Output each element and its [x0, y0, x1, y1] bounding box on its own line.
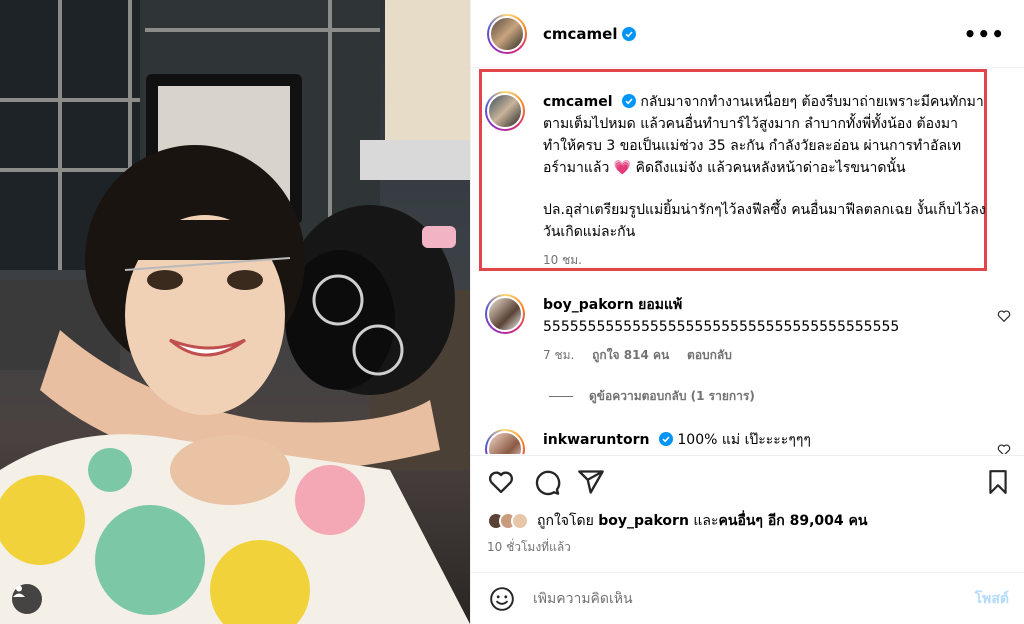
- replies-divider-line: [549, 396, 573, 397]
- liker-username[interactable]: boy_pakorn: [598, 513, 689, 529]
- comment-meta: 7 ชม. ถูกใจ 814 คน ตอบกลับ: [543, 344, 899, 366]
- author-username[interactable]: cmcamel: [543, 25, 617, 43]
- emoji-icon[interactable]: [489, 586, 515, 612]
- comment-body: boy_pakorn ยอมแพ้ 5555555555555555555555…: [543, 294, 899, 366]
- comment-item: boy_pakorn ยอมแพ้ 5555555555555555555555…: [485, 294, 899, 366]
- post-photo[interactable]: [0, 0, 470, 624]
- tagged-user-button[interactable]: [12, 584, 42, 614]
- post-actions-bar: [471, 455, 1024, 507]
- comment-bubble-icon[interactable]: [533, 468, 561, 496]
- verified-badge-icon: [621, 94, 636, 108]
- liker-avatar[interactable]: [511, 512, 529, 530]
- share-send-icon[interactable]: [577, 468, 605, 496]
- verified-badge-icon: [622, 26, 637, 41]
- comment-time[interactable]: 7 ชม.: [543, 348, 574, 362]
- comment-lead-text: ยอมแพ้: [638, 297, 683, 313]
- comments-list: cmcamel กลับมาจากทำงานเหนื่อยๆ ต้องรีบมา…: [471, 69, 1024, 454]
- save-bookmark-icon[interactable]: [985, 468, 1011, 496]
- more-options-icon[interactable]: •••: [964, 22, 1005, 46]
- caption-meta: 10 ชม.: [543, 249, 986, 271]
- photo-illustration: [0, 0, 470, 624]
- comment-username[interactable]: inkwaruntorn: [543, 432, 649, 448]
- view-replies-label: ดูข้อความตอบกลับ (1 รายการ): [589, 389, 755, 403]
- verified-badge-icon: [658, 432, 673, 446]
- reply-button[interactable]: ตอบกลับ: [687, 348, 732, 362]
- caption-body: cmcamel กลับมาจากทำงานเหนื่อยๆ ต้องรีบมา…: [543, 91, 986, 271]
- instagram-post-view: cmcamel ••• cmcamel กลับมาจากทำงานเหนื่อ…: [0, 0, 1024, 624]
- post-header: cmcamel •••: [471, 0, 1024, 68]
- comment-like-heart-icon[interactable]: [997, 309, 1011, 323]
- caption: cmcamel กลับมาจากทำงานเหนื่อยๆ ต้องรีบมา…: [485, 91, 986, 271]
- likes-summary: ถูกใจโดย boy_pakorn และคนอื่นๆ อีก 89,00…: [487, 510, 867, 532]
- comment-username[interactable]: boy_pakorn: [543, 297, 634, 313]
- caption-username[interactable]: cmcamel: [543, 94, 613, 110]
- comment-item: inkwaruntorn 100% แม่ เป๊ะะะะๆๆๆ: [485, 429, 811, 454]
- post-comment-button[interactable]: โพสต์: [975, 588, 1009, 610]
- comment-body: inkwaruntorn 100% แม่ เป๊ะะะะๆๆๆ: [543, 429, 811, 454]
- comment-like-heart-icon[interactable]: [997, 443, 1011, 454]
- author-avatar[interactable]: [487, 13, 527, 54]
- comment-text: 5555555555555555555555555555555555555555: [543, 319, 900, 335]
- likes-text: ถูกใจโดย boy_pakorn และคนอื่นๆ อีก 89,00…: [537, 510, 867, 532]
- view-replies-button[interactable]: ดูข้อความตอบกลับ (1 รายการ): [549, 387, 755, 406]
- add-comment-input[interactable]: [533, 590, 933, 607]
- comment-likes[interactable]: ถูกใจ 814 คน: [592, 348, 669, 362]
- caption-text-ps: ปล.อุส่าเตรียมรูปแม่ยิ้มน่ารักๆไว้ลงฟีลซ…: [543, 202, 986, 240]
- user-icon: [13, 585, 25, 597]
- comment-avatar[interactable]: [485, 429, 525, 454]
- caption-time[interactable]: 10 ชม.: [543, 253, 582, 267]
- likes-prefix: ถูกใจโดย: [537, 513, 594, 529]
- comment-avatar[interactable]: [485, 294, 525, 334]
- likes-middle: และ: [693, 513, 719, 529]
- post-time[interactable]: 10 ชั่วโมงที่แล้ว: [487, 538, 571, 557]
- comment-text: 100% แม่ เป๊ะะะะๆๆๆ: [677, 432, 811, 448]
- caption-author-avatar[interactable]: [485, 91, 525, 131]
- post-side-panel: cmcamel ••• cmcamel กลับมาจากทำงานเหนื่อ…: [470, 0, 1024, 624]
- add-comment-bar: โพสต์: [471, 572, 1024, 624]
- like-heart-icon[interactable]: [487, 468, 515, 496]
- likes-others-link[interactable]: คนอื่นๆ อีก 89,004 คน: [719, 513, 868, 529]
